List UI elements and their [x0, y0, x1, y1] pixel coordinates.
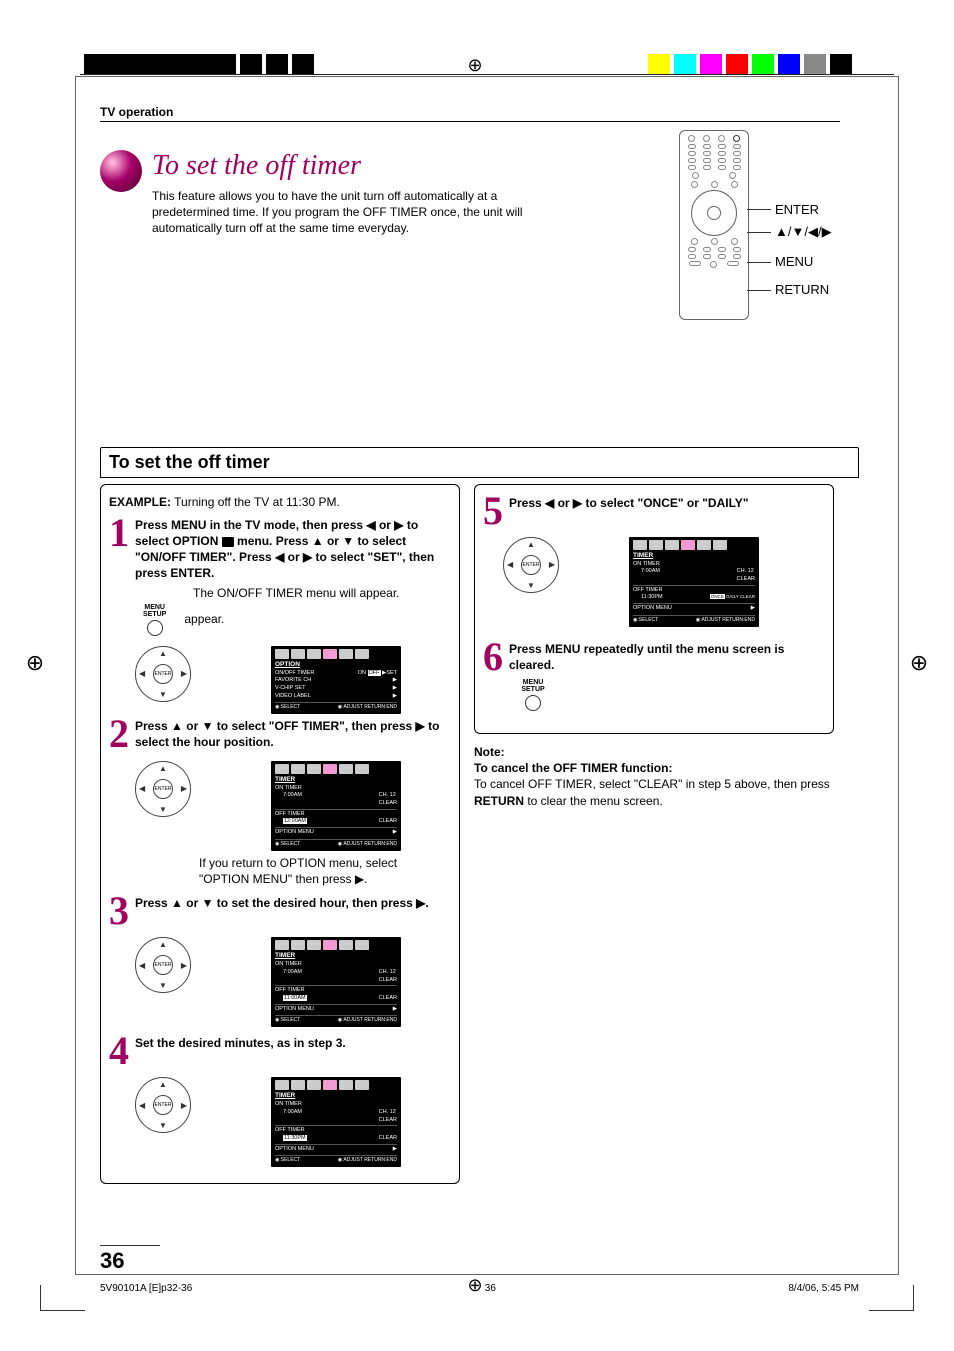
- step-6-text: Press MENU repeatedly until the menu scr…: [509, 642, 784, 672]
- menu-button-icon: [525, 695, 541, 711]
- example-text: Turning off the TV at 11:30 PM.: [174, 495, 340, 509]
- right-column: 5 Press ◀ or ▶ to select "ONCE" or "DAIL…: [474, 484, 834, 1185]
- step-3-number: 3: [109, 895, 135, 927]
- step-2-number: 2: [109, 718, 135, 750]
- step-2-text: Press ▲ or ▼ to select "OFF TIMER", then…: [135, 719, 439, 749]
- note-block: Note: To cancel the OFF TIMER function: …: [474, 744, 834, 809]
- remote-label-enter: ENTER: [775, 202, 819, 217]
- menu-button-label-2: SETUP: [143, 611, 166, 618]
- osd-timer-screen-step3: TIMER ON TIMER 7:00AMCH. 12CLEAR OFF TIM…: [271, 937, 401, 1027]
- step-5-number: 5: [483, 495, 509, 527]
- step-4: 4 Set the desired minutes, as in step 3.: [109, 1035, 451, 1067]
- step-4-graphics: ▲▼◀▶ ENTER TIMER ON TIMER 7:00AMCH. 12CL…: [135, 1077, 451, 1167]
- remote-diagram: ENTER ▲/▼/◀/▶ MENU RETURN: [679, 130, 869, 320]
- procedure-section: To set the off timer EXAMPLE: Turning of…: [100, 447, 859, 1185]
- menu-button-label-2b: SETUP: [513, 686, 553, 693]
- step-3: 3 Press ▲ or ▼ to set the desired hour, …: [109, 895, 451, 927]
- step-5-graphics: ▲▼◀▶ ENTER TIMER ON TIMER 7:00AMCH. 12CL…: [503, 537, 825, 627]
- page-number: 36: [100, 1245, 160, 1274]
- crop-black-block: [84, 54, 214, 74]
- folio-center: 36: [485, 1283, 496, 1294]
- note-body-strong: RETURN: [474, 794, 524, 808]
- step-1-number: 1: [109, 517, 135, 636]
- osd-timer-screen-step4: TIMER ON TIMER 7:00AMCH. 12CLEAR OFF TIM…: [271, 1077, 401, 1167]
- menu-button-label-1: MENU: [143, 604, 166, 611]
- crop-top-line: [80, 74, 894, 75]
- page-title: To set the off timer: [152, 150, 537, 182]
- step-1-graphics: ▲▼◀▶ ENTER OPTION ON/OFF TIMERON OFF ▶SE…: [135, 646, 451, 715]
- page-content: TV operation To set the off timer This f…: [100, 105, 859, 1246]
- option-menu-icon: [222, 537, 234, 547]
- dpad-icon: ▲▼◀▶ ENTER: [135, 761, 191, 817]
- crop-bottom-right: [869, 1285, 914, 1311]
- step-3-graphics: ▲▼◀▶ ENTER TIMER ON TIMER 7:00AMCH. 12CL…: [135, 937, 451, 1027]
- note-body-pre: To cancel OFF TIMER, select "CLEAR" in s…: [474, 777, 830, 791]
- example-label: EXAMPLE:: [109, 495, 171, 509]
- step-6: 6 Press MENU repeatedly until the menu s…: [483, 641, 825, 711]
- folio-right: 8/4/06, 5:45 PM: [788, 1283, 859, 1294]
- step-6-number: 6: [483, 641, 509, 711]
- step-5: 5 Press ◀ or ▶ to select "ONCE" or "DAIL…: [483, 495, 825, 527]
- dpad-icon: ▲▼◀▶ ENTER: [135, 1077, 191, 1133]
- note-body-post: to clear the menu screen.: [524, 794, 663, 808]
- step-4-text: Set the desired minutes, as in step 3.: [135, 1036, 346, 1050]
- step-5-text: Press ◀ or ▶ to select "ONCE" or "DAILY": [509, 496, 749, 510]
- crop-bottom-left: [40, 1285, 85, 1311]
- osd-footer-right: ◉:ADJUST RETURN:END: [338, 704, 397, 710]
- step-4-number: 4: [109, 1035, 135, 1067]
- intro-paragraph: This feature allows you to have the unit…: [152, 188, 537, 237]
- osd-option-title: OPTION: [275, 661, 397, 668]
- remote-label-return: RETURN: [775, 282, 829, 297]
- osd-option-screen: OPTION ON/OFF TIMERON OFF ▶SET FAVORITE …: [271, 646, 401, 715]
- note-subheading: To cancel the OFF TIMER function:: [474, 760, 834, 776]
- osd-timer-screen-step5: TIMER ON TIMER 7:00AMCH. 12CLEAR OFF TIM…: [629, 537, 759, 627]
- registration-mark-right: [906, 650, 932, 676]
- remote-outline: [679, 130, 749, 320]
- osd-timer-title: TIMER: [275, 776, 397, 783]
- remote-label-arrows: ▲/▼/◀/▶: [775, 224, 832, 240]
- dpad-icon: ▲▼◀▶ ENTER: [135, 646, 191, 702]
- registration-mark-top: [455, 55, 495, 75]
- dpad-icon: ▲▼◀▶ ENTER: [503, 537, 559, 593]
- left-column: EXAMPLE: Turning off the TV at 11:30 PM.…: [100, 484, 460, 1185]
- running-header-rule: [100, 121, 840, 122]
- step-3-text: Press ▲ or ▼ to set the desired hour, th…: [135, 896, 429, 910]
- menu-button-label-1b: MENU: [513, 679, 553, 686]
- step-1-after: The ON/OFF TIMER menu will appear.: [193, 585, 441, 601]
- registration-mark-left: [22, 650, 48, 676]
- example-line: EXAMPLE: Turning off the TV at 11:30 PM.: [109, 495, 451, 509]
- section-title: To set the off timer: [100, 447, 859, 477]
- crop-black-ticks: [214, 54, 334, 74]
- osd-timer-screen-step2: TIMER ON TIMER 7:00AMCH. 12CLEAR OFF TIM…: [271, 761, 401, 851]
- color-bars: [644, 54, 884, 74]
- remote-label-menu: MENU: [775, 254, 813, 269]
- osd-footer-left: ◉:SELECT: [275, 704, 300, 710]
- step-1: 1 Press MENU in the TV mode, then press …: [109, 517, 451, 636]
- step-2-after: If you return to OPTION menu, select "OP…: [199, 855, 419, 887]
- title-bullet-icon: [100, 150, 142, 192]
- step-2-graphics: ▲▼◀▶ ENTER TIMER ON TIMER 7:00AMCH. 12CL…: [135, 761, 451, 851]
- running-header: TV operation: [100, 105, 859, 119]
- menu-button-icon: [147, 620, 163, 636]
- step-2: 2 Press ▲ or ▼ to select "OFF TIMER", th…: [109, 718, 451, 750]
- dpad-icon: ▲▼◀▶ ENTER: [135, 937, 191, 993]
- folio-left: 5V90101A [E]p32-36: [100, 1283, 192, 1294]
- folio: 5V90101A [E]p32-36 36 8/4/06, 5:45 PM: [100, 1283, 859, 1294]
- note-heading: Note:: [474, 744, 834, 760]
